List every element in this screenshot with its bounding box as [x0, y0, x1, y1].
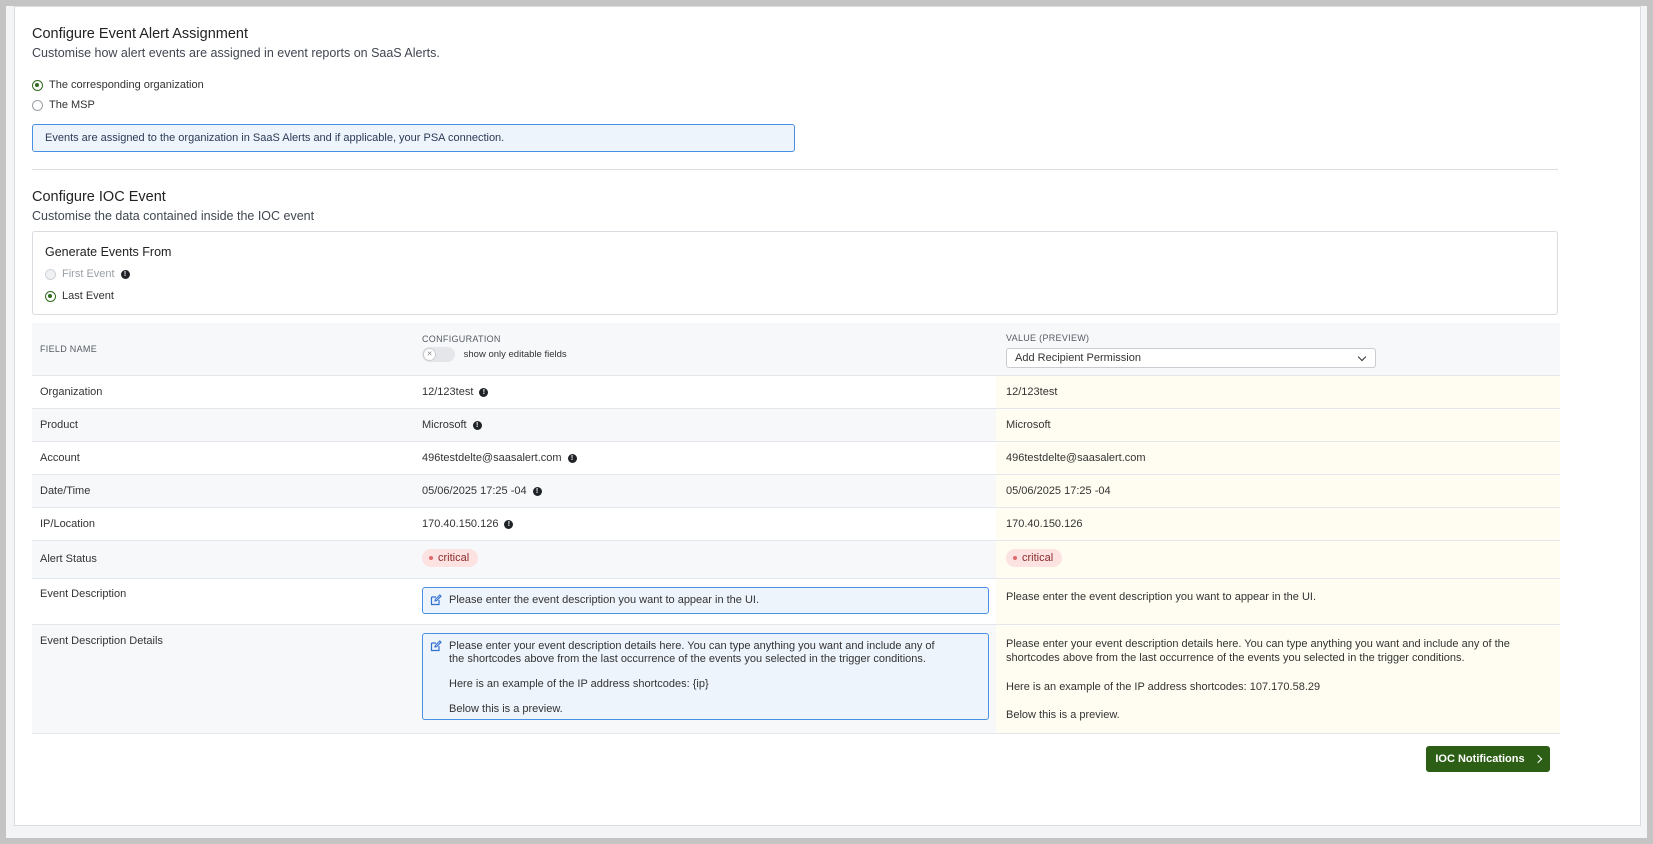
radio-label: First Event — [62, 268, 115, 280]
section-divider — [32, 169, 1558, 170]
preview-value: 05/06/2025 17:25 -04 — [1006, 485, 1111, 497]
preview-status-badge: critical — [1006, 549, 1063, 567]
edit-icon — [430, 594, 442, 606]
settings-card: Configure Event Alert Assignment Customi… — [14, 6, 1641, 826]
radio-label: The corresponding organization — [49, 79, 204, 91]
window-frame: Configure Event Alert Assignment Customi… — [6, 6, 1647, 838]
header-configuration: CONFIGURATION — [422, 334, 501, 344]
button-label: IOC Notifications — [1435, 753, 1525, 765]
event-details-input[interactable]: Please enter your event description deta… — [422, 633, 989, 720]
event-description-input[interactable]: Please enter the event description you w… — [422, 587, 989, 614]
config-value: Microsoft! — [422, 419, 482, 431]
config-text: 170.40.150.126 — [422, 518, 499, 530]
generate-events-box: Generate Events From First Event ! Last … — [32, 231, 1558, 315]
table-row: Alert Status critical critical — [32, 541, 1560, 579]
table-row: Date/Time 05/06/2025 17:25 -04! 05/06/20… — [32, 475, 1560, 508]
radio-selected-icon — [45, 290, 56, 302]
info-icon[interactable]: ! — [567, 453, 577, 463]
table-header: FIELD NAME CONFIGURATION ✕ show only edi… — [32, 323, 1560, 376]
field-name: IP/Location — [40, 518, 96, 530]
radio-disabled-icon — [45, 268, 56, 280]
generate-events-title: Generate Events From — [45, 245, 172, 259]
field-name: Organization — [40, 386, 103, 398]
info-icon[interactable]: ! — [120, 269, 130, 279]
close-icon: ✕ — [423, 348, 436, 361]
badge-text: critical — [1022, 552, 1054, 564]
radio-first-event: First Event ! — [45, 268, 130, 280]
config-value: 05/06/2025 17:25 -04! — [422, 485, 542, 497]
config-value: 12/123test! — [422, 386, 489, 398]
config-value: 170.40.150.126! — [422, 518, 514, 530]
preview-event-select[interactable]: Add Recipient Permission — [1006, 348, 1376, 368]
preview-value: Please enter your event description deta… — [1006, 638, 1510, 722]
event-description-text: Please enter the event description you w… — [449, 594, 760, 606]
preview-value: 496testdelte@saasalert.com — [1006, 452, 1146, 464]
editable-fields-toggle[interactable]: ✕ show only editable fields — [422, 347, 567, 362]
field-name: Account — [40, 452, 80, 464]
preview-cell-bg — [996, 541, 1560, 578]
edit-icon — [430, 640, 442, 652]
toggle-label: show only editable fields — [463, 349, 567, 360]
config-text: 12/123test — [422, 386, 474, 398]
table-row: Product Microsoft! Microsoft — [32, 409, 1560, 442]
ioc-subtitle: Customise the data contained inside the … — [32, 209, 315, 223]
badge-text: critical — [438, 552, 470, 564]
info-icon[interactable]: ! — [532, 486, 542, 496]
radio-selected-icon — [32, 79, 43, 91]
info-icon[interactable]: ! — [472, 420, 482, 430]
preview-cell-bg — [996, 409, 1560, 441]
ioc-title: Configure IOC Event — [32, 189, 166, 205]
table-row: Event Description Details Please enter y… — [32, 625, 1560, 734]
assignment-title: Configure Event Alert Assignment — [32, 26, 249, 42]
radio-label: Last Event — [62, 290, 114, 302]
preview-value: 170.40.150.126 — [1006, 518, 1083, 530]
assignment-subtitle: Customise how alert events are assigned … — [32, 46, 440, 60]
preview-value: 12/123test — [1006, 386, 1058, 398]
radio-unselected-icon — [32, 99, 43, 111]
table-row: Organization 12/123test! 12/123test — [32, 376, 1560, 409]
preview-value: Microsoft — [1006, 419, 1051, 431]
radio-label: The MSP — [49, 99, 95, 111]
config-text: 05/06/2025 17:25 -04 — [422, 485, 527, 497]
table-row: Account 496testdelte@saasalert.com! 496t… — [32, 442, 1560, 475]
preview-value: Please enter the event description you w… — [1006, 591, 1317, 603]
event-details-text: Please enter your event description deta… — [449, 640, 935, 715]
config-text: 496testdelte@saasalert.com — [422, 452, 562, 464]
radio-corresponding-organization[interactable]: The corresponding organization — [32, 79, 204, 91]
radio-msp[interactable]: The MSP — [32, 99, 95, 111]
field-name: Alert Status — [40, 553, 97, 565]
header-field-name: FIELD NAME — [40, 344, 98, 354]
config-text: Microsoft — [422, 419, 467, 431]
chevron-down-icon — [1357, 352, 1367, 362]
field-name: Product — [40, 419, 78, 431]
config-status-badge: critical — [422, 549, 479, 567]
header-value-preview: VALUE (PREVIEW) — [1006, 333, 1090, 343]
preview-event-select-value: Add Recipient Permission — [1015, 352, 1141, 364]
radio-last-event[interactable]: Last Event — [45, 290, 114, 302]
field-name: Event Description — [40, 588, 127, 600]
field-name: Event Description Details — [40, 635, 163, 647]
table-row: IP/Location 170.40.150.126! 170.40.150.1… — [32, 508, 1560, 541]
info-icon[interactable]: ! — [504, 519, 514, 529]
config-value: 496testdelte@saasalert.com! — [422, 452, 577, 464]
info-icon[interactable]: ! — [479, 387, 489, 397]
ioc-notifications-button[interactable]: IOC Notifications — [1426, 746, 1550, 772]
field-name: Date/Time — [40, 485, 91, 497]
table-row: Event Description Please enter the event… — [32, 579, 1560, 625]
chevron-right-icon — [1533, 754, 1542, 764]
assignment-info-box: Events are assigned to the organization … — [32, 124, 795, 152]
toggle-switch[interactable]: ✕ — [422, 347, 455, 362]
preview-cell-bg — [996, 376, 1560, 408]
